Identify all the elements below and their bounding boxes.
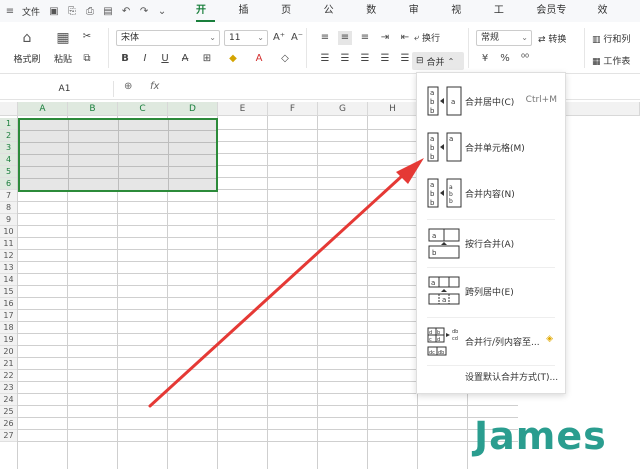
spreadsheet-app: { "menubar": { "file_label": "文件", "tabs…	[0, 0, 640, 469]
watermark-text: James	[474, 414, 607, 458]
annotation-arrow	[148, 158, 424, 408]
watermark-logo: James	[474, 414, 607, 458]
